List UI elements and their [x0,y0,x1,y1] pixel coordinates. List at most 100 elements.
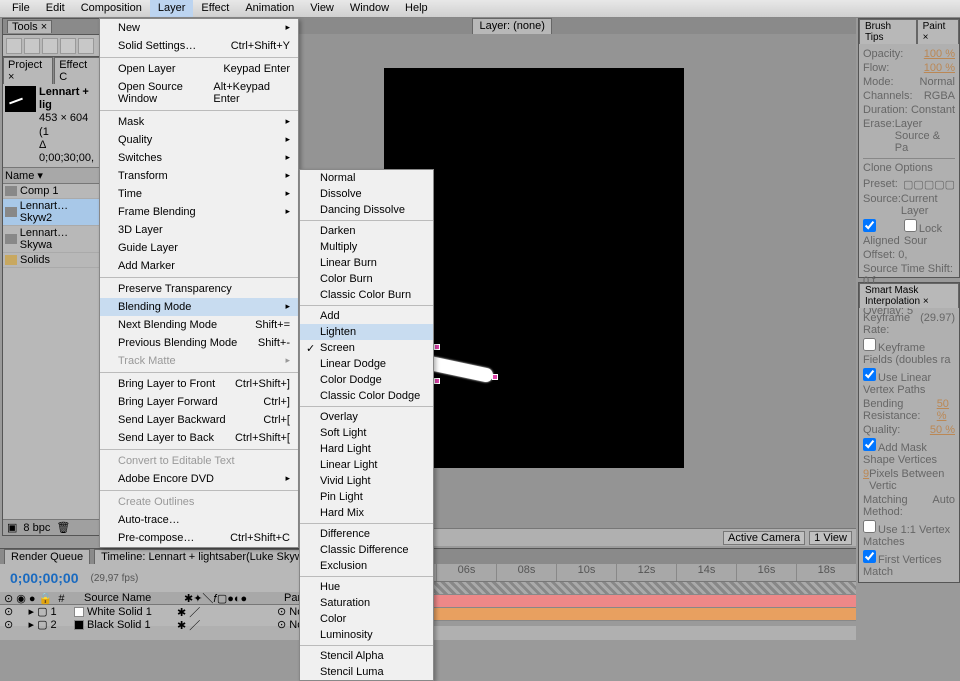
project-name-header[interactable]: Name ▾ [3,168,101,184]
transform-handle[interactable] [434,378,440,384]
mi-encore-dvd[interactable]: Adobe Encore DVD [100,470,298,488]
blend-linear-light[interactable]: Linear Light [300,457,433,473]
aligned-checkbox[interactable]: Aligned [863,219,904,247]
paint-tab[interactable]: Paint × [917,19,959,44]
mi-preserve-transparency[interactable]: Preserve Transparency [100,280,298,298]
blend-normal[interactable]: Normal [300,170,433,186]
mi-guide-layer[interactable]: Guide Layer [100,239,298,257]
quality-value[interactable]: 50 % [930,424,955,436]
add-verts-checkbox[interactable]: Add Mask Shape Vertices [863,438,955,466]
blend-color-burn[interactable]: Color Burn [300,271,433,287]
blend-color-dodge[interactable]: Color Dodge [300,372,433,388]
mi-blending-mode[interactable]: Blending Mode [100,298,298,316]
blend-darken[interactable]: Darken [300,223,433,239]
blend-luminosity[interactable]: Luminosity [300,627,433,643]
zoom-tool-icon[interactable] [42,38,58,54]
project-item[interactable]: Comp 1 [3,184,101,199]
blend-linear-burn[interactable]: Linear Burn [300,255,433,271]
preset-icons[interactable]: ▢▢▢▢▢ [903,178,955,191]
menu-layer[interactable]: Layer [150,0,194,17]
timeline-tracks[interactable]: 04s06s08s10s12s14s16s18s [376,564,856,626]
layer-track-2[interactable] [376,595,856,608]
source-select[interactable]: Current Layer [901,193,955,217]
hand-tool-icon[interactable] [24,38,40,54]
bpc-indicator[interactable]: 8 bpc [23,522,50,534]
use-11-checkbox[interactable]: Use 1:1 Vertex Matches [863,520,955,548]
mi-quality[interactable]: Quality [100,131,298,149]
mi-bring-front[interactable]: Bring Layer to FrontCtrl+Shift+] [100,375,298,393]
render-queue-tab[interactable]: Render Queue [4,549,90,564]
kf-rate-value[interactable]: (29.97) [920,312,955,336]
mi-send-backward[interactable]: Send Layer BackwardCtrl+[ [100,411,298,429]
rotate-tool-icon[interactable] [60,38,76,54]
erase-select[interactable]: Layer Source & Pa [895,118,955,154]
blend-pin-light[interactable]: Pin Light [300,489,433,505]
menu-view[interactable]: View [302,0,342,17]
camera-select[interactable]: Active Camera [723,531,805,545]
menu-file[interactable]: File [4,0,38,17]
matching-method-select[interactable]: Auto [932,494,955,518]
mi-switches[interactable]: Switches [100,149,298,167]
timeline-ruler[interactable]: 04s06s08s10s12s14s16s18s [376,564,856,582]
blend-difference[interactable]: Difference [300,526,433,542]
menu-composition[interactable]: Composition [73,0,150,17]
blend-stencil-luma[interactable]: Stencil Luma [300,664,433,680]
blend-exclusion[interactable]: Exclusion [300,558,433,574]
mi-auto-trace[interactable]: Auto-trace… [100,511,298,529]
menu-window[interactable]: Window [342,0,397,17]
layer-track-1[interactable] [376,582,856,595]
layer-track-3[interactable] [376,608,856,621]
duration-select[interactable]: Constant [911,104,955,116]
blend-linear-dodge[interactable]: Linear Dodge [300,356,433,372]
effect-controls-tab[interactable]: Effect C [54,57,100,84]
mi-3d-layer[interactable]: 3D Layer [100,221,298,239]
mi-solid-settings[interactable]: Solid Settings…Ctrl+Shift+Y [100,37,298,55]
mode-select[interactable]: Normal [920,76,955,88]
blend-classic-color-burn[interactable]: Classic Color Burn [300,287,433,303]
menu-effect[interactable]: Effect [193,0,237,17]
menu-animation[interactable]: Animation [237,0,302,17]
opacity-value[interactable]: 100 % [924,48,955,60]
blend-hue[interactable]: Hue [300,579,433,595]
blend-multiply[interactable]: Multiply [300,239,433,255]
mi-open-source[interactable]: Open Source WindowAlt+Keypad Enter [100,78,298,108]
new-bin-icon[interactable]: ▣ [7,521,17,534]
selection-tool-icon[interactable] [6,38,22,54]
view-layout[interactable]: 1 View [809,531,852,545]
blend-screen[interactable]: Screen [300,340,433,356]
transform-handle[interactable] [434,344,440,350]
blend-overlay[interactable]: Overlay [300,409,433,425]
bend-resistance-value[interactable]: 50 % [937,398,955,422]
mi-prev-blend[interactable]: Previous Blending ModeShift+- [100,334,298,352]
mi-add-marker[interactable]: Add Marker [100,257,298,275]
blend-saturation[interactable]: Saturation [300,595,433,611]
kf-fields-checkbox[interactable]: Keyframe Fields (doubles ra [863,338,955,366]
menu-help[interactable]: Help [397,0,436,17]
blend-hard-light[interactable]: Hard Light [300,441,433,457]
blend-dissolve[interactable]: Dissolve [300,186,433,202]
first-verts-checkbox[interactable]: First Vertices Match [863,550,955,578]
mi-send-to-back[interactable]: Send Layer to BackCtrl+Shift+[ [100,429,298,447]
project-item[interactable]: Lennart…Skyw2 [3,199,101,226]
mi-transform[interactable]: Transform [100,167,298,185]
blend-soft-light[interactable]: Soft Light [300,425,433,441]
blend-vivid-light[interactable]: Vivid Light [300,473,433,489]
blend-classic-color-dodge[interactable]: Classic Color Dodge [300,388,433,404]
blend-lighten[interactable]: Lighten [300,324,433,340]
blend-dancing-dissolve[interactable]: Dancing Dissolve [300,202,433,218]
blend-add[interactable]: Add [300,308,433,324]
mi-new[interactable]: New [100,19,298,37]
timeline-tab-1[interactable]: Timeline: Lennart + lightsaber(Luke Skyw… [94,549,325,564]
menu-edit[interactable]: Edit [38,0,73,17]
brush-tips-tab[interactable]: Brush Tips [859,19,917,44]
flow-value[interactable]: 100 % [924,62,955,74]
project-tab[interactable]: Project × [3,57,53,84]
comp-tab-2[interactable]: Layer: (none) [472,18,551,34]
channels-select[interactable]: RGBA [924,90,955,102]
project-item[interactable]: Lennart…Skywa [3,226,101,253]
offset-value[interactable]: Offset: 0, [863,249,907,261]
blend-color[interactable]: Color [300,611,433,627]
mi-open-layer[interactable]: Open LayerKeypad Enter [100,60,298,78]
transform-handle[interactable] [492,374,498,380]
linear-paths-checkbox[interactable]: Use Linear Vertex Paths [863,368,955,396]
